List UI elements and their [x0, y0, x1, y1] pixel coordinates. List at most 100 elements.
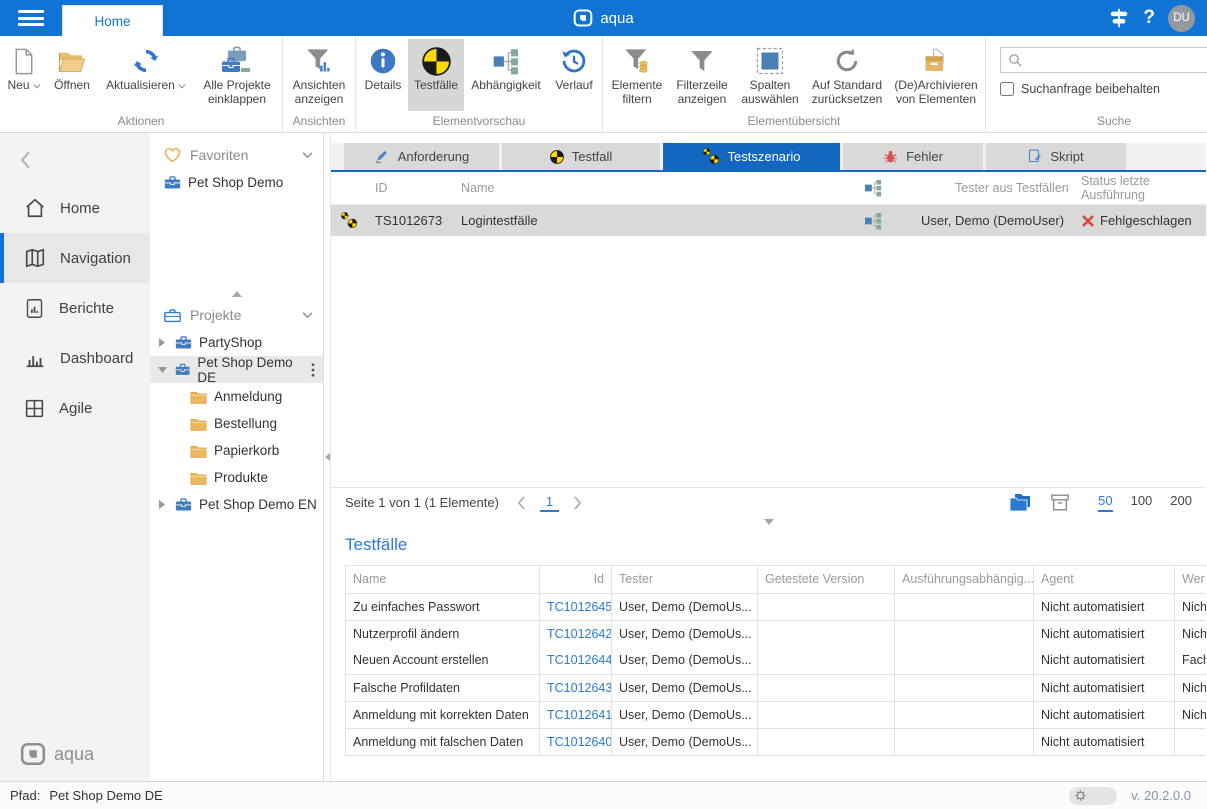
sidebar-item-agile[interactable]: Agile	[0, 383, 150, 433]
col-header-version[interactable]: Getestete Version	[758, 565, 895, 593]
current-page[interactable]: 1	[540, 494, 559, 512]
table-row[interactable]: Falsche Profildaten TC1012643 User, Demo…	[346, 674, 1207, 701]
copy-folders-icon[interactable]	[1008, 493, 1032, 513]
search-box[interactable]	[1000, 47, 1207, 73]
tab-testfall[interactable]: Testfall	[502, 143, 660, 170]
tab-fehler[interactable]: Fehler	[843, 143, 983, 170]
aktualisieren-button[interactable]: Aktualisieren	[98, 39, 194, 111]
bug-icon	[883, 149, 898, 164]
verlauf-button[interactable]: Verlauf	[548, 39, 600, 111]
archive-icon[interactable]	[1050, 493, 1070, 512]
ansichten-anzeigen-button[interactable]: Ansichten anzeigen	[285, 39, 353, 111]
testcase-id-link[interactable]: TC1012643	[540, 674, 612, 701]
col-header-tester[interactable]: Tester	[612, 565, 758, 593]
ribbon-group-aktionen: Neu Öffnen Aktualisieren	[0, 36, 283, 132]
col-header-wer[interactable]: Wer	[1175, 565, 1207, 593]
horizontal-splitter[interactable]	[331, 518, 1206, 527]
sidebar-item-home[interactable]: Home	[0, 183, 150, 233]
tree-item-papierkorb[interactable]: Papierkorb	[150, 437, 323, 464]
tab-testszenario[interactable]: Testszenario	[663, 143, 840, 170]
dependency-icon	[865, 212, 882, 230]
details-button[interactable]: Details	[358, 39, 408, 111]
column-header-status[interactable]: Status letzte Ausführung	[1081, 174, 1206, 202]
project-briefcase-icon	[175, 497, 192, 512]
chevron-down-icon[interactable]	[302, 152, 313, 159]
filterzeile-anzeigen-button[interactable]: Filterzeile anzeigen	[669, 39, 735, 111]
tree-item-pet-shop-demo-en[interactable]: Pet Shop Demo EN	[150, 491, 323, 518]
testfaelle-button[interactable]: Testfälle	[408, 39, 464, 111]
table-row[interactable]: Zu einfaches Passwort TC1012645 User, De…	[346, 593, 1207, 620]
sidebar-collapse-button[interactable]	[20, 149, 40, 171]
testcase-id-link[interactable]: TC1012642	[540, 620, 612, 647]
neu-button[interactable]: Neu	[2, 39, 46, 111]
table-row[interactable]: Anmeldung mit falschen Daten TC1012640 U…	[346, 728, 1207, 755]
search-input[interactable]	[1029, 53, 1205, 68]
page-size-200[interactable]: 200	[1170, 493, 1192, 512]
tab-anforderung[interactable]: Anforderung	[344, 143, 499, 170]
testcase-id-link[interactable]: TC1012645	[540, 593, 612, 620]
panel-splitter[interactable]	[324, 133, 331, 781]
prev-page-icon[interactable]	[517, 496, 526, 510]
alle-projekte-einklappen-button[interactable]: Alle Projekte einklappen	[194, 39, 280, 111]
tree-item-pet-shop-demo-de[interactable]: Pet Shop Demo DE	[150, 356, 323, 383]
tab-skript[interactable]: Skript	[986, 143, 1126, 170]
scenario-dependency[interactable]	[857, 212, 921, 230]
home-icon	[24, 197, 46, 219]
abhaengigkeit-button[interactable]: Abhängigkeit	[464, 39, 548, 111]
tree-splitter[interactable]	[150, 287, 323, 301]
col-header-id[interactable]: Id	[540, 565, 612, 593]
projects-briefcase-icon	[164, 308, 181, 323]
auf-standard-zuruecksetzen-button[interactable]: Auf Standard zurücksetzen	[805, 39, 889, 111]
tree-item-produkte[interactable]: Produkte	[150, 464, 323, 491]
keep-search-checkbox[interactable]	[1000, 82, 1014, 96]
col-header-dependency[interactable]: Ausführungsabhängig...	[895, 565, 1034, 593]
column-header-dependency[interactable]	[857, 179, 921, 197]
tree-item-anmeldung[interactable]: Anmeldung	[150, 383, 323, 410]
column-header-id[interactable]: ID	[371, 181, 461, 195]
sidebar-item-navigation[interactable]: Navigation	[0, 233, 150, 283]
ribbon-group-ansichten: Ansichten anzeigen Ansichten	[283, 36, 356, 132]
chevron-down-icon[interactable]	[302, 312, 313, 319]
projekte-section-header[interactable]: Projekte	[150, 301, 323, 329]
project-briefcase-icon	[175, 335, 192, 350]
testcase-id-link[interactable]: TC1012641	[540, 701, 612, 728]
de-archivieren-button[interactable]: (De)Archivieren von Elementen	[889, 39, 983, 111]
favoriten-section-header[interactable]: Favoriten	[150, 141, 323, 169]
scenario-name: Logintestfälle	[461, 213, 857, 228]
column-header-name[interactable]: Name	[461, 181, 857, 195]
tree-item-bestellung[interactable]: Bestellung	[150, 410, 323, 437]
ribbon-tab-home[interactable]: Home	[62, 5, 163, 36]
help-icon[interactable]: ?	[1143, 7, 1155, 29]
requirement-pencil-icon	[374, 149, 390, 164]
table-row[interactable]: Anmeldung mit korrekten Daten TC1012641 …	[346, 701, 1207, 728]
page-size-50[interactable]: 50	[1098, 493, 1112, 512]
expander-collapsed-icon[interactable]	[156, 500, 168, 509]
spalten-auswaehlen-button[interactable]: Spalten auswählen	[735, 39, 805, 111]
column-header-tester[interactable]: Tester aus Testfällen	[921, 181, 1081, 195]
signpost-icon[interactable]	[1108, 7, 1130, 29]
table-row[interactable]: Nutzerprofil ändern TC1012642 User, Demo…	[346, 620, 1207, 647]
page-size-100[interactable]: 100	[1131, 493, 1153, 512]
oeffnen-button[interactable]: Öffnen	[46, 39, 98, 111]
context-menu-icon[interactable]	[311, 363, 315, 377]
user-avatar[interactable]: DU	[1168, 5, 1195, 32]
elemente-filtern-button[interactable]: Elemente filtern	[605, 39, 669, 111]
sidebar-item-dashboard[interactable]: Dashboard	[0, 333, 150, 383]
sidebar-item-berichte[interactable]: Berichte	[0, 283, 150, 333]
col-header-name[interactable]: Name	[346, 565, 540, 593]
scenario-row[interactable]: TS1012673 Logintestfälle User, Demo (Dem…	[331, 205, 1206, 236]
settings-toggle[interactable]	[1069, 787, 1117, 805]
next-page-icon[interactable]	[573, 496, 582, 510]
expander-collapsed-icon[interactable]	[156, 338, 168, 347]
hamburger-menu-icon[interactable]	[16, 7, 46, 29]
table-row[interactable]: Neuen Account erstellen TC1012644 User, …	[346, 647, 1207, 674]
tree-item-pet-shop-demo[interactable]: Pet Shop Demo	[150, 169, 323, 196]
project-briefcase-icon	[175, 362, 190, 377]
expander-expanded-icon[interactable]	[156, 367, 168, 373]
app-logo: aqua	[0, 0, 1207, 36]
col-header-agent[interactable]: Agent	[1034, 565, 1175, 593]
tree-item-partyshop[interactable]: PartyShop	[150, 329, 323, 356]
testcase-id-link[interactable]: TC1012644	[540, 647, 612, 674]
testcase-id-link[interactable]: TC1012640	[540, 728, 612, 755]
triangle-up-icon	[232, 291, 242, 297]
